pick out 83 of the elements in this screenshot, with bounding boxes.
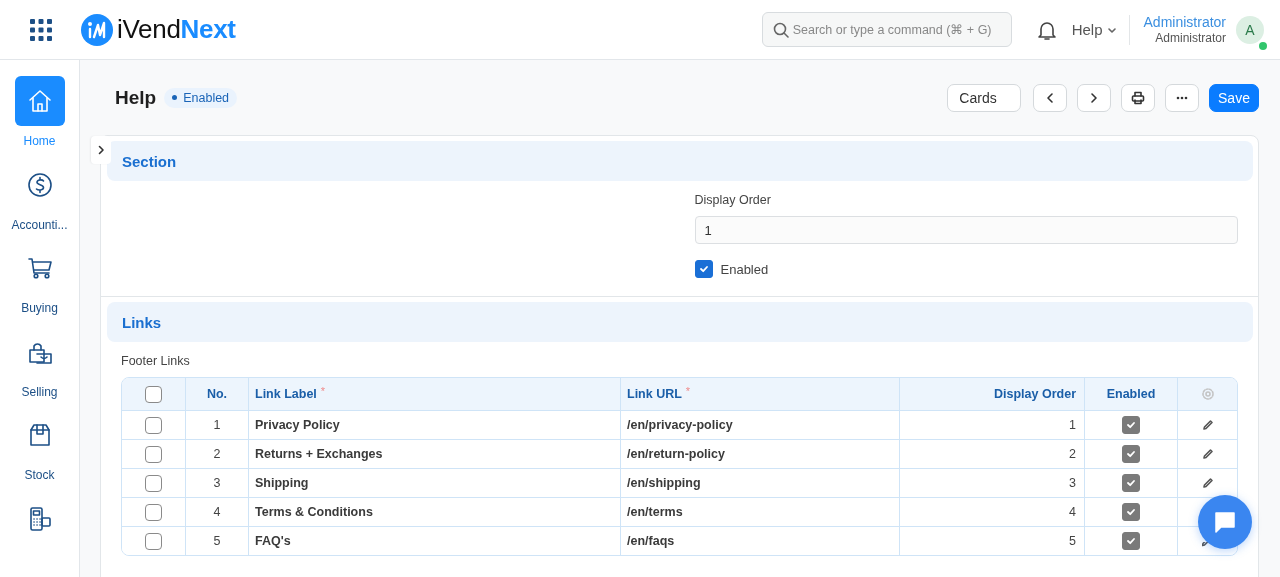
pencil-icon[interactable] xyxy=(1201,448,1214,460)
check-icon xyxy=(698,264,709,274)
check-icon xyxy=(1126,449,1136,459)
display-order-field[interactable]: 1 xyxy=(694,216,1238,244)
enabled-checkbox[interactable] xyxy=(1122,445,1140,463)
row-number: 5 xyxy=(213,534,221,548)
table-cell: 5 xyxy=(1069,534,1076,548)
table-cell: /en/faqs xyxy=(627,534,675,548)
table-cell: Terms & Conditions xyxy=(255,505,373,519)
table-cell: /en/return-policy xyxy=(627,447,725,461)
row-checkbox[interactable] xyxy=(145,474,162,492)
column-header: Link Label xyxy=(255,387,317,401)
chat-bubble-icon xyxy=(1212,509,1238,535)
select-all-checkbox[interactable] xyxy=(145,385,162,403)
status-badge: Enabled xyxy=(164,87,238,108)
column-header: Link URL xyxy=(627,387,682,401)
row-checkbox[interactable] xyxy=(145,503,162,521)
section-title: Section xyxy=(122,152,177,170)
apps-grid-icon[interactable] xyxy=(30,18,52,41)
check-icon xyxy=(1126,536,1136,546)
table-cell: FAQ's xyxy=(255,534,291,548)
field-label: Display Order xyxy=(694,193,772,207)
table-label: Footer Links xyxy=(121,354,191,368)
column-header: No. xyxy=(206,387,228,401)
required-marker: * xyxy=(320,385,326,397)
user-avatar[interactable]: A xyxy=(1236,15,1264,44)
enabled-checkbox[interactable] xyxy=(1122,532,1140,550)
table-cell: 2 xyxy=(1069,447,1076,461)
column-header: Display Order xyxy=(994,387,1076,401)
table-cell: /en/terms xyxy=(627,505,683,519)
logo-text: iVendNext xyxy=(117,14,236,45)
search-icon xyxy=(772,22,789,38)
table-cell: Shipping xyxy=(255,476,309,490)
dollar-circle-icon xyxy=(25,170,54,199)
row-checkbox[interactable] xyxy=(145,416,162,434)
help-menu[interactable]: Help xyxy=(1071,21,1117,38)
next-button[interactable] xyxy=(1077,83,1111,112)
page-title: Help xyxy=(115,86,157,109)
sidebar-item[interactable]: Accounti... xyxy=(0,159,79,243)
save-button[interactable]: Save xyxy=(1209,83,1259,112)
printer-icon xyxy=(1131,90,1145,105)
table-cell: /en/privacy-policy xyxy=(627,418,733,432)
user-name[interactable]: Administrator xyxy=(1143,14,1226,30)
table-cell: 3 xyxy=(1069,476,1076,490)
enabled-checkbox[interactable] xyxy=(1122,474,1140,492)
table-cell: Returns + Exchanges xyxy=(255,447,383,461)
row-number: 2 xyxy=(213,447,221,461)
column-header: Enabled xyxy=(1106,387,1156,401)
chevron-right-icon xyxy=(96,145,106,155)
logo-icon xyxy=(81,13,113,46)
view-select[interactable]: Cards xyxy=(947,83,1021,112)
table-cell: 1 xyxy=(1069,418,1076,432)
pencil-icon[interactable] xyxy=(1201,419,1214,431)
required-marker: * xyxy=(685,385,691,397)
row-number: 3 xyxy=(213,476,221,490)
search-field[interactable]: Search or type a command (⌘ + G) xyxy=(761,12,1012,47)
checkbox-label: Enabled xyxy=(720,261,769,277)
section-title: Links xyxy=(122,313,162,331)
table-cell: 4 xyxy=(1069,505,1076,519)
row-checkbox[interactable] xyxy=(145,532,162,550)
enabled-checkbox[interactable] xyxy=(1122,503,1140,521)
pencil-icon[interactable] xyxy=(1201,542,1208,547)
chevron-left-icon xyxy=(1044,91,1056,104)
row-checkbox[interactable] xyxy=(145,445,162,463)
table-cell: Privacy Policy xyxy=(255,418,340,432)
check-icon xyxy=(1126,478,1136,488)
sidebar-item[interactable]: Stock xyxy=(0,410,79,494)
table-cell: /en/shipping xyxy=(627,476,701,490)
enabled-checkbox[interactable] xyxy=(694,260,713,278)
more-icon xyxy=(1176,95,1188,100)
sidebar-item[interactable]: Selling xyxy=(0,326,79,410)
row-number: 4 xyxy=(213,505,221,519)
chevron-right-icon xyxy=(1088,91,1100,104)
row-number: 1 xyxy=(213,418,221,432)
sidebar-toggle-button[interactable] xyxy=(91,136,111,164)
user-role: Administrator xyxy=(1155,31,1226,45)
previous-button[interactable] xyxy=(1033,83,1067,112)
print-button[interactable] xyxy=(1121,83,1155,112)
check-icon xyxy=(1126,420,1136,430)
pencil-icon[interactable] xyxy=(1201,477,1214,489)
sidebar-item[interactable]: Buying xyxy=(0,243,79,327)
enabled-checkbox[interactable] xyxy=(1122,416,1140,434)
check-icon xyxy=(1126,507,1136,517)
